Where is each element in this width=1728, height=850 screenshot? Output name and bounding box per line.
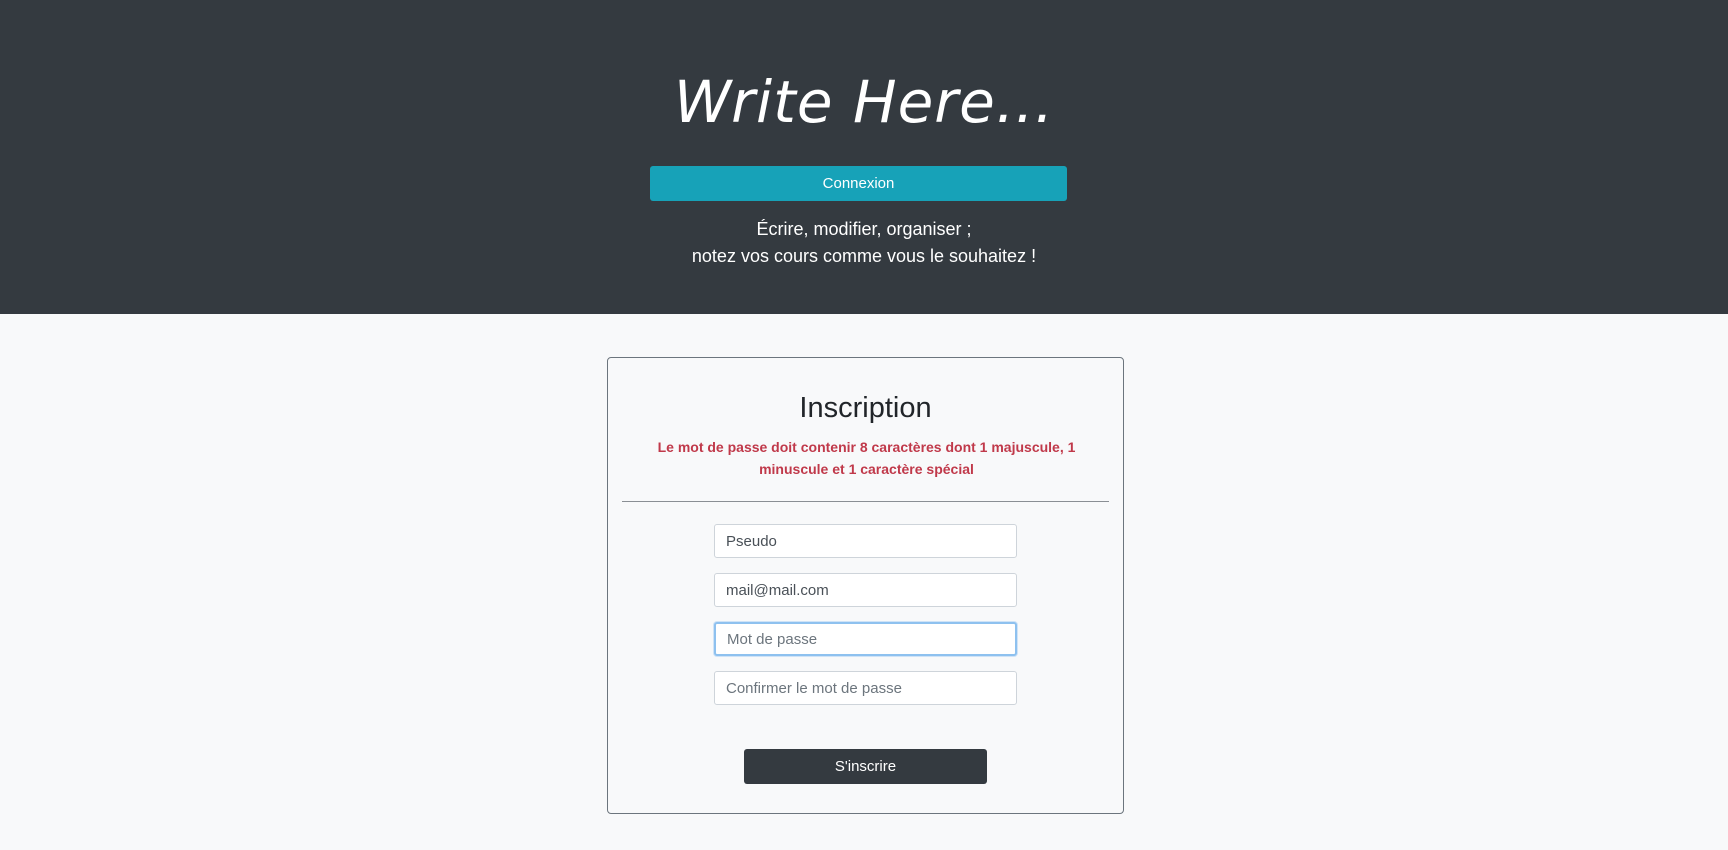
divider xyxy=(622,501,1109,502)
tagline-line-1: Écrire, modifier, organiser ; xyxy=(756,219,972,239)
site-logo: Write Here... xyxy=(673,68,1055,136)
password-field[interactable] xyxy=(714,622,1017,656)
tagline: Écrire, modifier, organiser ; notez vos … xyxy=(0,216,1728,270)
warning-line-1: Le mot de passe doit contenir 8 caractèr… xyxy=(657,439,1076,455)
signup-title: Inscription xyxy=(799,392,932,424)
site-header: Write Here... Connexion Écrire, modifier… xyxy=(0,0,1728,314)
login-button[interactable]: Connexion xyxy=(650,166,1067,201)
email-field[interactable] xyxy=(714,573,1017,607)
password-requirements-warning: Le mot de passe doit contenir 8 caractèr… xyxy=(638,436,1095,480)
username-field[interactable] xyxy=(714,524,1017,558)
warning-line-2: minuscule et 1 caractère spécial xyxy=(759,461,974,477)
signup-submit-button[interactable]: S'inscrire xyxy=(744,749,987,784)
tagline-line-2: notez vos cours comme vous le souhaitez … xyxy=(691,246,1037,266)
confirm-password-field[interactable] xyxy=(714,671,1017,705)
signup-card: Inscription Le mot de passe doit conteni… xyxy=(607,357,1124,814)
